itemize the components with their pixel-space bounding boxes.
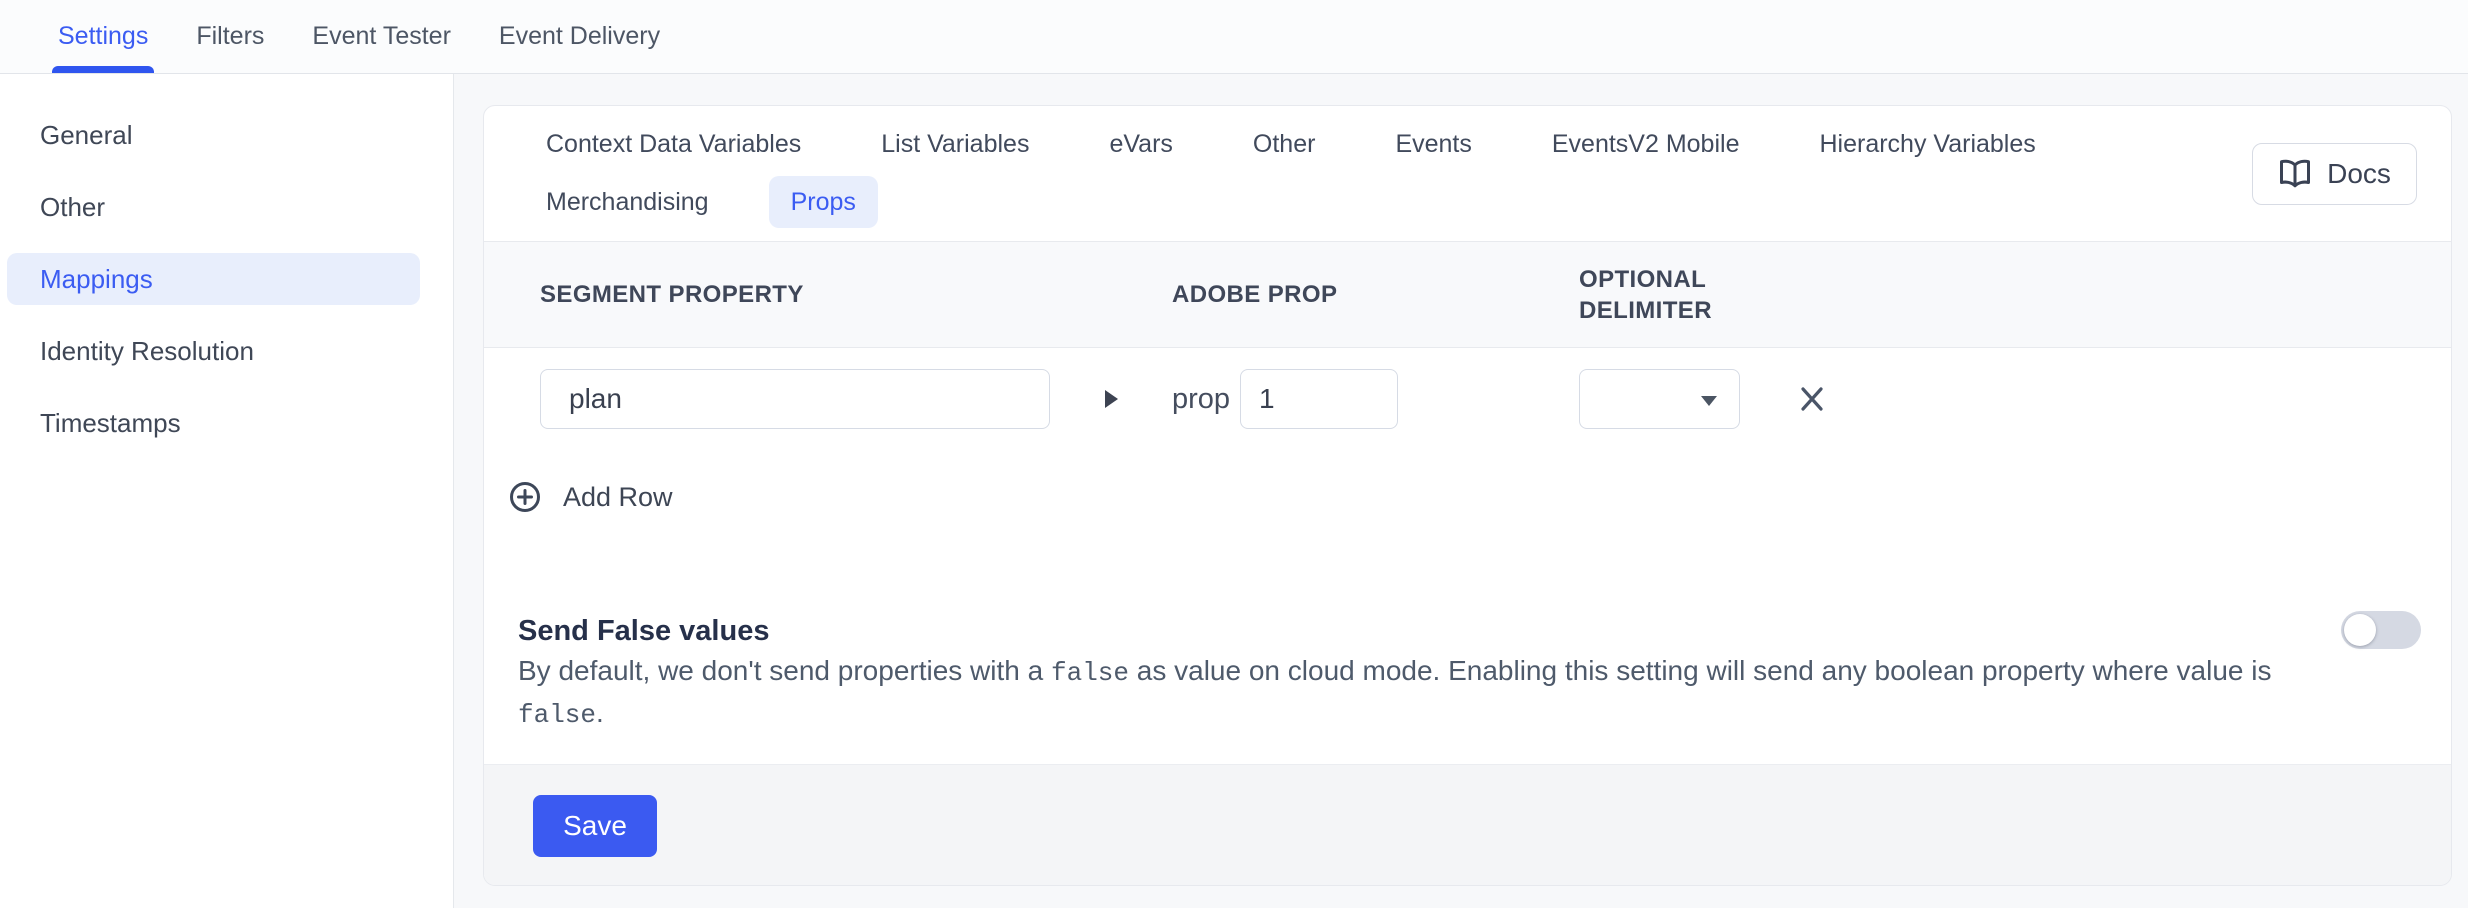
docs-button[interactable]: Docs [2252, 143, 2417, 205]
toggle-knob [2344, 614, 2376, 646]
add-row-label: Add Row [563, 482, 673, 513]
docs-button-label: Docs [2327, 158, 2391, 190]
send-false-section: Send False values By default, we don't s… [518, 611, 2421, 735]
desc-code-false: false [1051, 658, 1129, 688]
delete-row-button[interactable] [1795, 382, 1829, 416]
nav-tab-event-tester[interactable]: Event Tester [312, 0, 451, 73]
send-false-title: Send False values [518, 611, 2328, 651]
tab-evars[interactable]: eVars [1109, 118, 1172, 170]
open-book-icon [2278, 158, 2312, 190]
tab-other[interactable]: Other [1253, 118, 1316, 170]
desc-code-false: false [518, 700, 596, 730]
arrow-right-icon [1105, 390, 1118, 408]
sidebar-item-label: General [7, 109, 420, 161]
circle-plus-icon [509, 481, 541, 513]
sidebar-item-label: Timestamps [7, 397, 420, 449]
add-row-button[interactable]: Add Row [509, 481, 2451, 513]
send-false-text-block: Send False values By default, we don't s… [518, 611, 2328, 735]
variable-tabs-bar: Context Data Variables List Variables eV… [484, 106, 2451, 241]
desc-text: . [596, 697, 604, 728]
save-button[interactable]: Save [533, 795, 657, 857]
chevron-down-icon [1701, 396, 1717, 406]
nav-tab-event-delivery[interactable]: Event Delivery [499, 0, 660, 73]
column-header-optional-delimiter: OPTIONAL DELIMITER [1579, 264, 1754, 326]
sidebar-item-mappings[interactable]: Mappings [0, 243, 453, 315]
tab-props[interactable]: Props [769, 176, 878, 228]
sidebar-item-label: Other [7, 181, 420, 233]
tab-events[interactable]: Events [1395, 118, 1471, 170]
column-header-segment-property: SEGMENT PROPERTY [540, 279, 1050, 310]
mapping-arrow-box [1050, 390, 1172, 408]
tab-eventsv2-mobile[interactable]: EventsV2 Mobile [1552, 118, 1740, 170]
tab-merchandising[interactable]: Merchandising [546, 176, 709, 228]
settings-sidebar: General Other Mappings Identity Resoluti… [0, 74, 454, 908]
send-false-description: By default, we don't send properties wit… [518, 651, 2328, 735]
sidebar-item-label: Mappings [7, 253, 420, 305]
sidebar-item-label: Identity Resolution [7, 325, 420, 377]
desc-text: as value on cloud mode. Enabling this se… [1129, 655, 2271, 686]
adobe-prop-number-input[interactable] [1240, 369, 1398, 429]
column-header-adobe-prop: ADOBE PROP [1172, 279, 1399, 310]
segment-property-input[interactable] [540, 369, 1050, 429]
delimiter-dropdown[interactable] [1579, 369, 1740, 429]
desc-text: By default, we don't send properties wit… [518, 655, 1051, 686]
sidebar-item-timestamps[interactable]: Timestamps [0, 387, 453, 459]
adobe-prop-group: prop [1172, 369, 1399, 429]
sidebar-item-general[interactable]: General [0, 99, 453, 171]
mapping-table-row: prop [484, 348, 2451, 456]
sidebar-item-other[interactable]: Other [0, 171, 453, 243]
mapping-table-header: SEGMENT PROPERTY ADOBE PROP OPTIONAL DEL… [484, 241, 2451, 348]
prop-prefix-label: prop [1172, 383, 1230, 416]
card-footer: Save [484, 764, 2451, 885]
main-area: General Other Mappings Identity Resoluti… [0, 74, 2468, 908]
send-false-toggle[interactable] [2341, 611, 2421, 649]
content-area: Context Data Variables List Variables eV… [454, 74, 2468, 908]
close-icon [1798, 385, 1826, 413]
tab-context-data-variables[interactable]: Context Data Variables [546, 118, 801, 170]
tab-list-variables[interactable]: List Variables [881, 118, 1029, 170]
mappings-card: Context Data Variables List Variables eV… [483, 105, 2452, 886]
nav-tab-filters[interactable]: Filters [196, 0, 264, 73]
tab-hierarchy-variables[interactable]: Hierarchy Variables [1819, 118, 2035, 170]
nav-tab-settings[interactable]: Settings [58, 0, 148, 73]
sidebar-item-identity-resolution[interactable]: Identity Resolution [0, 315, 453, 387]
top-nav-bar: Settings Filters Event Tester Event Deli… [0, 0, 2468, 74]
